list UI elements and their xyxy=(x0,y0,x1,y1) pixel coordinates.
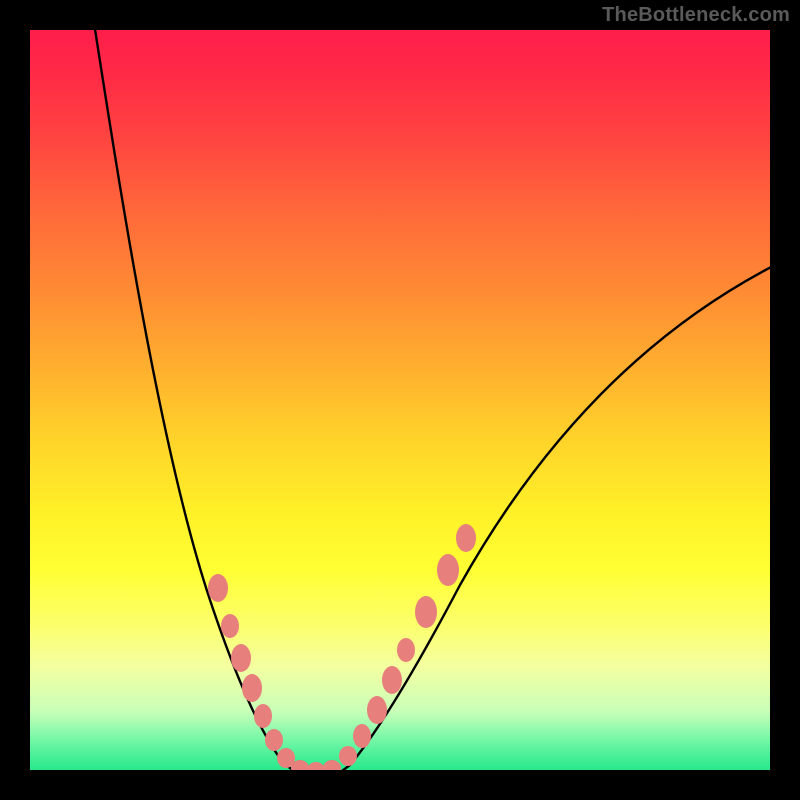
plot-area xyxy=(30,30,770,770)
data-points-right xyxy=(339,524,476,766)
data-points-bottom xyxy=(291,760,341,770)
bottleneck-curve-right xyxy=(330,265,770,770)
watermark-text: TheBottleneck.com xyxy=(602,4,790,27)
chart-frame: TheBottleneck.com xyxy=(0,0,800,800)
curve-layer xyxy=(30,30,770,770)
data-points-left xyxy=(208,574,295,768)
bottleneck-curve-left xyxy=(92,30,310,770)
